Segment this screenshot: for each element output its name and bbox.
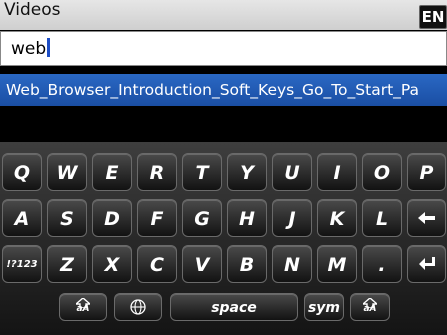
key-f[interactable]: F — [137, 199, 177, 237]
key-k[interactable]: K — [317, 199, 357, 237]
enter-key[interactable] — [407, 245, 446, 283]
key-d[interactable]: D — [92, 199, 132, 237]
globe-icon — [130, 299, 146, 315]
text-cursor — [47, 38, 51, 57]
key-x[interactable]: X — [92, 245, 132, 283]
language-indicator[interactable]: EN — [419, 5, 447, 29]
key-numbers-mode[interactable]: !?123 — [2, 245, 42, 283]
search-input-value: web — [11, 38, 51, 59]
shift-key-right[interactable]: aA — [350, 293, 390, 321]
shift-label: aA — [76, 304, 90, 314]
key-e[interactable]: E — [92, 153, 132, 191]
key-t[interactable]: T — [182, 153, 222, 191]
enter-return-icon — [418, 257, 435, 270]
key-o[interactable]: O — [362, 153, 402, 191]
key-l[interactable]: L — [362, 199, 402, 237]
key-c[interactable]: C — [137, 245, 177, 283]
page-title: Videos — [4, 0, 61, 20]
title-bar: Videos EN — [0, 0, 447, 30]
key-v[interactable]: V — [182, 245, 222, 283]
key-q[interactable]: Q — [2, 153, 42, 191]
globe-key[interactable] — [114, 293, 162, 321]
key-b[interactable]: B — [227, 245, 267, 283]
key-j[interactable]: J — [272, 199, 312, 237]
key-a[interactable]: A — [2, 199, 42, 237]
key-i[interactable]: I — [317, 153, 357, 191]
key-w[interactable]: W — [47, 153, 87, 191]
search-input[interactable]: web — [0, 31, 447, 66]
key-h[interactable]: H — [227, 199, 267, 237]
virtual-keyboard: Q W E R T Y U I O P A S D F G H J K L !?… — [0, 142, 447, 335]
shift-key-left[interactable]: aA — [59, 293, 107, 321]
key-u[interactable]: U — [272, 153, 312, 191]
key-period[interactable]: . — [362, 245, 402, 283]
key-g[interactable]: G — [182, 199, 222, 237]
key-p[interactable]: P — [407, 153, 446, 191]
sym-key[interactable]: sym — [304, 293, 344, 321]
key-n[interactable]: N — [272, 245, 312, 283]
backspace-key[interactable] — [407, 199, 446, 237]
key-r[interactable]: R — [137, 153, 177, 191]
key-m[interactable]: M — [317, 245, 357, 283]
result-item[interactable]: Web_Browser_Introduction_Soft_Keys_Go_To… — [0, 74, 447, 106]
result-item-label: Web_Browser_Introduction_Soft_Keys_Go_To… — [6, 81, 420, 99]
space-key[interactable]: space — [170, 293, 298, 321]
key-y[interactable]: Y — [227, 153, 267, 191]
backspace-arrow-icon — [417, 212, 435, 224]
key-s[interactable]: S — [47, 199, 87, 237]
shift-label: aA — [363, 304, 377, 314]
key-z[interactable]: Z — [47, 245, 87, 283]
